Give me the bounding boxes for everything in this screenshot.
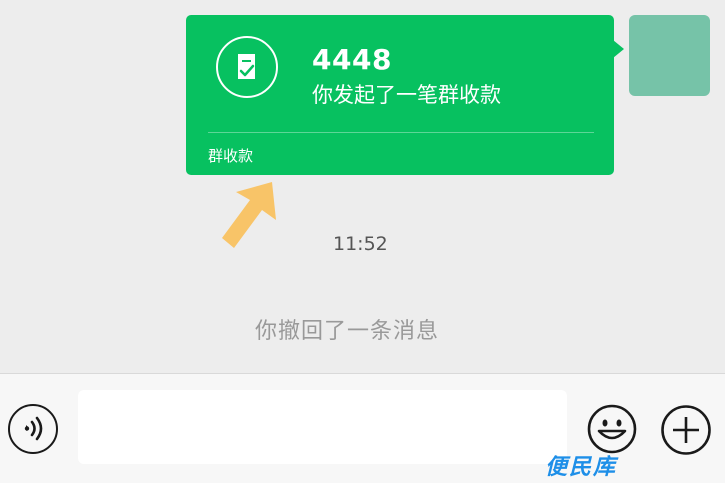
timestamp-text: 11:52 bbox=[333, 233, 388, 255]
watermark: 便民库 bbox=[545, 455, 618, 480]
more-button[interactable] bbox=[660, 404, 712, 456]
input-bar: 便民库 bbox=[0, 373, 725, 483]
recall-notice: 你撤回了一条消息 bbox=[255, 319, 440, 344]
message-input[interactable] bbox=[78, 390, 567, 464]
plus-icon bbox=[661, 405, 711, 455]
voice-button[interactable] bbox=[8, 404, 58, 454]
collection-amount: 4448 bbox=[312, 43, 392, 76]
receipt-check-icon bbox=[216, 36, 278, 98]
collection-description: 你发起了一笔群收款 bbox=[312, 83, 501, 107]
card-divider bbox=[208, 132, 594, 133]
emoji-icon bbox=[587, 404, 637, 454]
voice-icon bbox=[24, 416, 43, 441]
card-type-label: 群收款 bbox=[208, 147, 254, 165]
arrow-up-right-icon bbox=[216, 178, 278, 254]
chat-area: 4448 你发起了一笔群收款 群收款 11:52 你撤回了一条消息 bbox=[0, 0, 725, 373]
bubble-tail bbox=[613, 40, 624, 58]
avatar[interactable] bbox=[629, 15, 710, 96]
emoji-button[interactable] bbox=[587, 404, 637, 454]
group-collection-card[interactable]: 4448 你发起了一笔群收款 群收款 bbox=[186, 15, 614, 175]
